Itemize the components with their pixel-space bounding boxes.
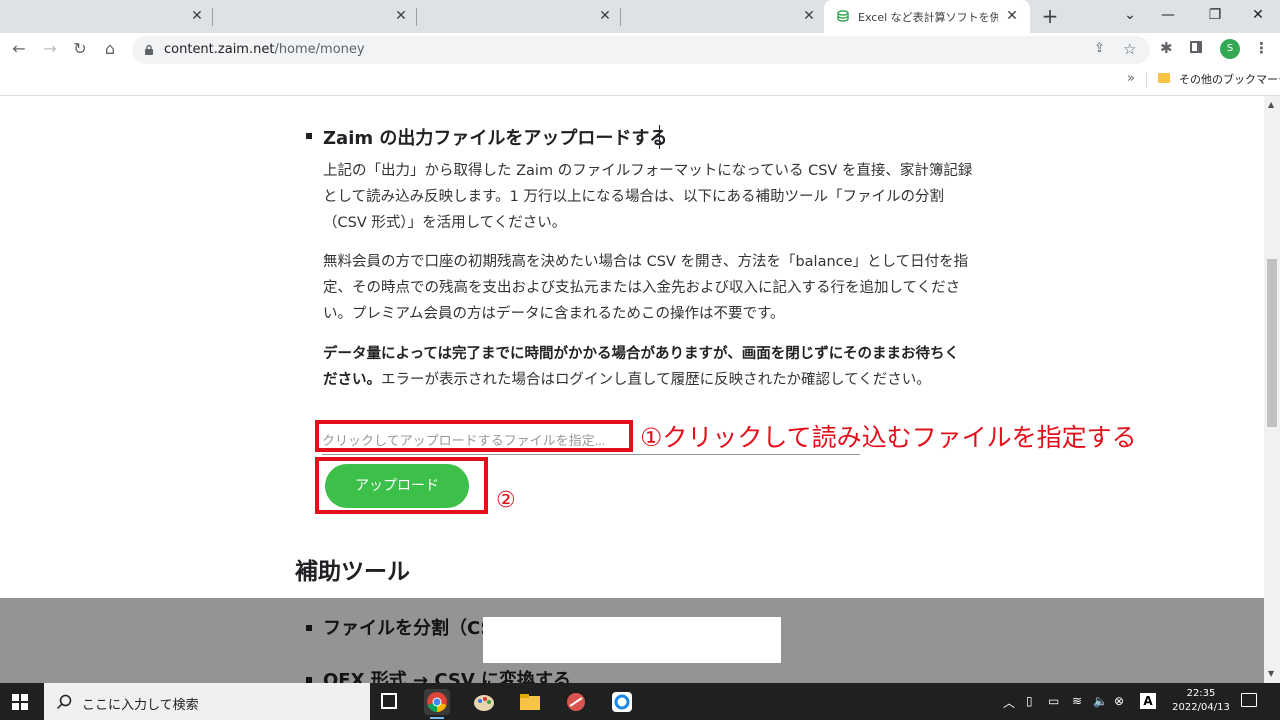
url-path: /home/money (274, 42, 365, 57)
upload-heading: Zaim の出力ファイルをアップロードする (323, 128, 668, 149)
browser-toolbar: ← → ↻ ⌂ content.zaim.net/home/money ⇪ ☆ … (0, 33, 1280, 65)
back-arrow-icon[interactable]: ← (8, 38, 30, 60)
reload-icon[interactable]: ↻ (69, 38, 91, 60)
scroll-down-arrow-icon[interactable]: ▼ (1268, 669, 1274, 678)
url-text: content.zaim.net/home/money (164, 42, 365, 57)
address-bar[interactable]: content.zaim.net/home/money ⇪ ☆ (132, 36, 1150, 64)
tab-4[interactable]: ✕ (621, 0, 824, 33)
tray-chevron-up-icon[interactable]: ︿ (1003, 694, 1015, 711)
bookmarks-bar: » その他のブックマーク (0, 65, 1280, 96)
tray-meet-icon[interactable]: ▭ (1048, 694, 1059, 708)
extensions-puzzle-icon[interactable]: ✱ (1160, 39, 1173, 57)
bookmarks-divider (1146, 72, 1147, 88)
tools-heading: 補助ツール (295, 559, 410, 585)
share-icon[interactable]: ⇪ (1094, 41, 1105, 56)
side-panel-icon[interactable] (1190, 41, 1202, 53)
popup-box (483, 617, 781, 663)
ime-mode-icon[interactable]: A (1140, 693, 1156, 709)
circular-g-icon (612, 692, 632, 712)
chrome-taskbar-icon[interactable] (424, 689, 450, 715)
tab-strip: ✕ ✕ ✕ ✕ Excel など表計算ソフトを併用し ✕ + ⌄ — ❐ ✕ (0, 0, 1280, 33)
notifications-icon[interactable] (1241, 693, 1257, 707)
annotation-step-1: ①クリックして読み込むファイルを指定する (640, 423, 1137, 452)
menu-kebab-icon[interactable]: ⋮ (1254, 39, 1269, 57)
other-bookmarks-label[interactable]: その他のブックマーク (1179, 71, 1280, 87)
clock-date: 2022/04/13 (1172, 702, 1230, 713)
active-app-indicator (430, 717, 444, 719)
tab-1[interactable]: ✕ (0, 0, 212, 33)
close-tab-icon[interactable]: ✕ (597, 8, 613, 24)
paragraph-1: 上記の「出力」から取得した Zaim のファイルフォーマットになっている CSV… (323, 163, 973, 231)
paragraph-3: データ量によっては完了までに時間がかかる場合がありますが、画面を閉じずにそのまま… (323, 341, 973, 393)
paragraph-2: 無料会員の方で口座の初期残高を決めたい場合は CSV を開き、方法を「balan… (323, 254, 969, 322)
folder-icon (520, 694, 540, 710)
tab-3[interactable]: ✕ (417, 0, 620, 33)
taskbar-search-placeholder: ここに入力して検索 (82, 698, 199, 713)
task-view-icon[interactable] (381, 693, 397, 709)
paint-app-icon[interactable] (471, 689, 497, 715)
taskbar-search-box[interactable]: ここに入力して検索 (44, 683, 370, 720)
close-tab-icon[interactable]: ✕ (189, 8, 205, 24)
close-tab-icon[interactable]: ✕ (801, 8, 817, 24)
minimize-icon[interactable]: — (1146, 0, 1190, 33)
windows-taskbar: ここに入力して検索 ︿ ▯ ▭ ≋ 🔈 ⊗ A 22:35 2022/04/13 (0, 683, 1280, 720)
close-window-icon[interactable]: ✕ (1236, 0, 1280, 33)
clock-time: 22:35 (1186, 688, 1216, 699)
file-explorer-icon[interactable] (517, 689, 543, 715)
highlight-box-file-input (315, 420, 633, 452)
wifi-icon[interactable]: ≋ (1072, 694, 1082, 708)
new-tab-plus-icon[interactable]: + (1040, 6, 1060, 26)
tab-active[interactable]: Excel など表計算ソフトを併用し ✕ (824, 0, 1030, 33)
text-caret (659, 125, 660, 149)
windows-start-icon[interactable] (12, 694, 28, 710)
tray-status-icon[interactable]: ⊗ (1114, 694, 1124, 708)
scissors-icon (567, 693, 585, 711)
tray-device-icon[interactable]: ▯ (1026, 694, 1033, 708)
scroll-up-arrow-icon[interactable]: ▲ (1268, 100, 1274, 109)
close-tab-icon[interactable]: ✕ (1004, 8, 1020, 24)
annotation-step-2: ② (496, 488, 516, 513)
scrollbar-thumb[interactable] (1267, 259, 1277, 427)
bookmarks-overflow-chevron-icon[interactable]: » (1127, 71, 1135, 86)
close-tab-icon[interactable]: ✕ (393, 8, 409, 24)
palette-icon (474, 695, 494, 711)
profile-avatar[interactable]: S (1220, 39, 1240, 59)
home-icon[interactable]: ⌂ (99, 38, 121, 60)
chrome-icon (427, 692, 447, 712)
tab-title: Excel など表計算ソフトを併用し (858, 11, 998, 24)
url-host: content.zaim.net (164, 42, 275, 57)
restore-icon[interactable]: ❐ (1193, 0, 1237, 33)
volume-icon[interactable]: 🔈 (1093, 694, 1108, 708)
bullet (306, 133, 312, 139)
folder-icon (1158, 73, 1170, 83)
search-icon (56, 694, 72, 710)
tray-clock[interactable]: 22:35 2022/04/13 (1170, 687, 1232, 715)
lock-icon[interactable] (144, 44, 154, 56)
bookmark-star-icon[interactable]: ☆ (1123, 40, 1136, 58)
zaim-favicon-icon (837, 10, 849, 22)
forward-arrow-icon[interactable]: → (39, 38, 61, 60)
tab-2[interactable]: ✕ (213, 0, 416, 33)
highlight-box-upload-button (315, 457, 488, 514)
snipping-tool-icon[interactable] (563, 689, 589, 715)
app-g-icon[interactable] (609, 689, 635, 715)
paragraph-3-rest: エラーが表示された場合はログインし直して履歴に反映されたか確認してください。 (381, 372, 931, 388)
